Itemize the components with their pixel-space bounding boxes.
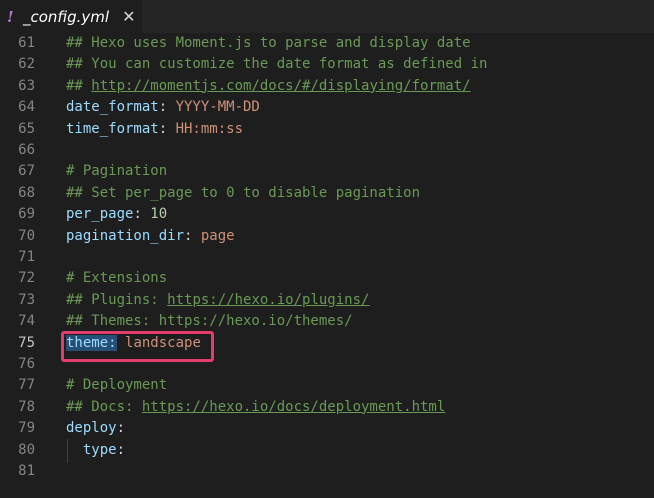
code-token: deploy <box>66 420 117 437</box>
line-number: 80 <box>18 441 35 458</box>
line-content: deploy: <box>66 418 125 439</box>
tab-title: _config.yml <box>23 7 110 26</box>
code-token: : <box>116 420 126 437</box>
line-number: 70 <box>18 227 35 244</box>
code-line[interactable]: 69 per_page: 10 <box>0 204 654 225</box>
code-line[interactable]: 81 <box>0 461 654 482</box>
code-line[interactable]: 68 ## Set per_page to 0 to disable pagina… <box>0 183 654 204</box>
line-number: 71 <box>18 249 35 265</box>
code-token: theme: <box>66 334 117 351</box>
code-token: : <box>133 206 151 223</box>
line-number: 79 <box>18 420 35 437</box>
code-token: 10 <box>150 206 168 223</box>
line-number: 65 <box>18 120 35 137</box>
tab-bar: ! _config.yml ✕ <box>0 0 654 33</box>
code-token: ## <box>66 77 92 94</box>
line-content: ## http://momentjs.com/docs/#/displaying… <box>66 76 471 97</box>
line-number: 76 <box>18 356 35 372</box>
line-number: 75 <box>18 334 35 351</box>
code-token: YYYY-MM-DD <box>175 99 260 116</box>
line-content: # Extensions <box>66 268 167 289</box>
code-token: # Extensions <box>66 270 168 287</box>
close-icon[interactable]: ✕ <box>122 7 135 26</box>
line-content: # Pagination <box>66 161 167 182</box>
code-editor[interactable]: 61 ## Hexo uses Moment.js to parse and di… <box>0 33 654 498</box>
code-token: : <box>158 99 176 116</box>
code-line[interactable]: 80 type: <box>0 440 654 461</box>
code-token: per_page <box>66 206 134 223</box>
code-line[interactable]: 63 ## http://momentjs.com/docs/#/displayi… <box>0 76 654 97</box>
line-number: 64 <box>18 99 35 116</box>
code-line[interactable]: 67 # Pagination <box>0 161 654 182</box>
code-line[interactable]: 76 <box>0 354 654 375</box>
code-line[interactable]: 70 pagination_dir: page <box>0 226 654 247</box>
code-token: ## You can customize the date format as … <box>66 56 488 73</box>
line-number: 72 <box>18 270 35 287</box>
tab-config-yml[interactable]: ! _config.yml ✕ <box>0 0 142 33</box>
line-number: 67 <box>18 163 35 180</box>
code-token: https://hexo.io/docs/deployment.html <box>141 398 446 415</box>
line-number: 66 <box>18 142 35 158</box>
line-number: 78 <box>18 398 35 415</box>
code-token: ## Plugins: <box>66 291 168 308</box>
line-content: ## Plugins: https://hexo.io/plugins/ <box>66 290 369 311</box>
line-content: ## Hexo uses Moment.js to parse and disp… <box>66 33 471 54</box>
code-token: pagination_dir <box>66 227 185 244</box>
code-token: ## Docs: <box>66 398 142 415</box>
line-number: 63 <box>18 77 35 94</box>
code-line[interactable]: 72 # Extensions <box>0 268 654 289</box>
line-number: 77 <box>18 377 35 394</box>
code-token: landscape <box>125 334 201 351</box>
line-content: per_page: 10 <box>66 204 167 225</box>
line-number: 74 <box>18 313 35 330</box>
code-token: HH:mm:ss <box>175 120 244 137</box>
code-token: page <box>200 227 235 244</box>
line-content: ## You can customize the date format as … <box>66 54 487 75</box>
code-line[interactable]: 64 date_format: YYYY-MM-DD <box>0 97 654 118</box>
line-number: 62 <box>18 56 35 73</box>
line-content: # Deployment <box>66 375 167 396</box>
code-line[interactable]: 74 ## Themes: https://hexo.io/themes/ <box>0 311 654 332</box>
line-content: pagination_dir: page <box>66 226 235 247</box>
code-token: : <box>184 227 201 244</box>
line-number: 81 <box>18 463 35 479</box>
yaml-warning-icon: ! <box>7 7 14 26</box>
code-token: : <box>116 441 126 458</box>
code-token: # Deployment <box>66 377 168 394</box>
code-line[interactable]: 75 theme: landscape <box>0 333 654 354</box>
code-line[interactable]: 79 deploy: <box>0 418 654 439</box>
line-content: theme: landscape <box>66 333 201 354</box>
line-content: ## Set per_page to 0 to disable paginati… <box>66 183 420 204</box>
code-line[interactable]: 61 ## Hexo uses Moment.js to parse and di… <box>0 33 654 54</box>
line-number: 69 <box>18 206 35 223</box>
line-content: ## Docs: https://hexo.io/docs/deployment… <box>66 397 445 418</box>
code-line[interactable]: 78 ## Docs: https://hexo.io/docs/deployme… <box>0 397 654 418</box>
code-token: https://hexo.io/plugins/ <box>167 291 370 308</box>
code-token: ## Hexo uses Moment.js to parse and disp… <box>66 35 471 51</box>
code-token: # Pagination <box>66 163 168 180</box>
line-content: type: <box>66 440 125 461</box>
line-content: date_format: YYYY-MM-DD <box>66 97 260 118</box>
code-token: : <box>158 120 176 137</box>
code-token: time_format <box>66 120 159 137</box>
code-line[interactable]: 65 time_format: HH:mm:ss <box>0 119 654 140</box>
code-line[interactable]: 77 # Deployment <box>0 375 654 396</box>
code-token: date_format <box>66 99 159 116</box>
line-content: time_format: HH:mm:ss <box>66 119 243 140</box>
code-line[interactable]: 62 ## You can customize the date format a… <box>0 54 654 75</box>
line-number: 73 <box>18 291 35 308</box>
code-line[interactable]: 71 <box>0 247 654 268</box>
code-line[interactable]: 66 <box>0 140 654 161</box>
code-token: type <box>66 441 117 458</box>
line-number: 68 <box>18 184 35 201</box>
code-token: http://momentjs.com/docs/#/displaying/fo… <box>91 77 471 94</box>
code-token: ## Themes: https://hexo.io/themes/ <box>66 313 353 330</box>
line-number: 61 <box>18 35 35 51</box>
code-token: ## Set per_page to 0 to disable paginati… <box>66 184 421 201</box>
code-line[interactable]: 73 ## Plugins: https://hexo.io/plugins/ <box>0 290 654 311</box>
line-content: ## Themes: https://hexo.io/themes/ <box>66 311 353 332</box>
